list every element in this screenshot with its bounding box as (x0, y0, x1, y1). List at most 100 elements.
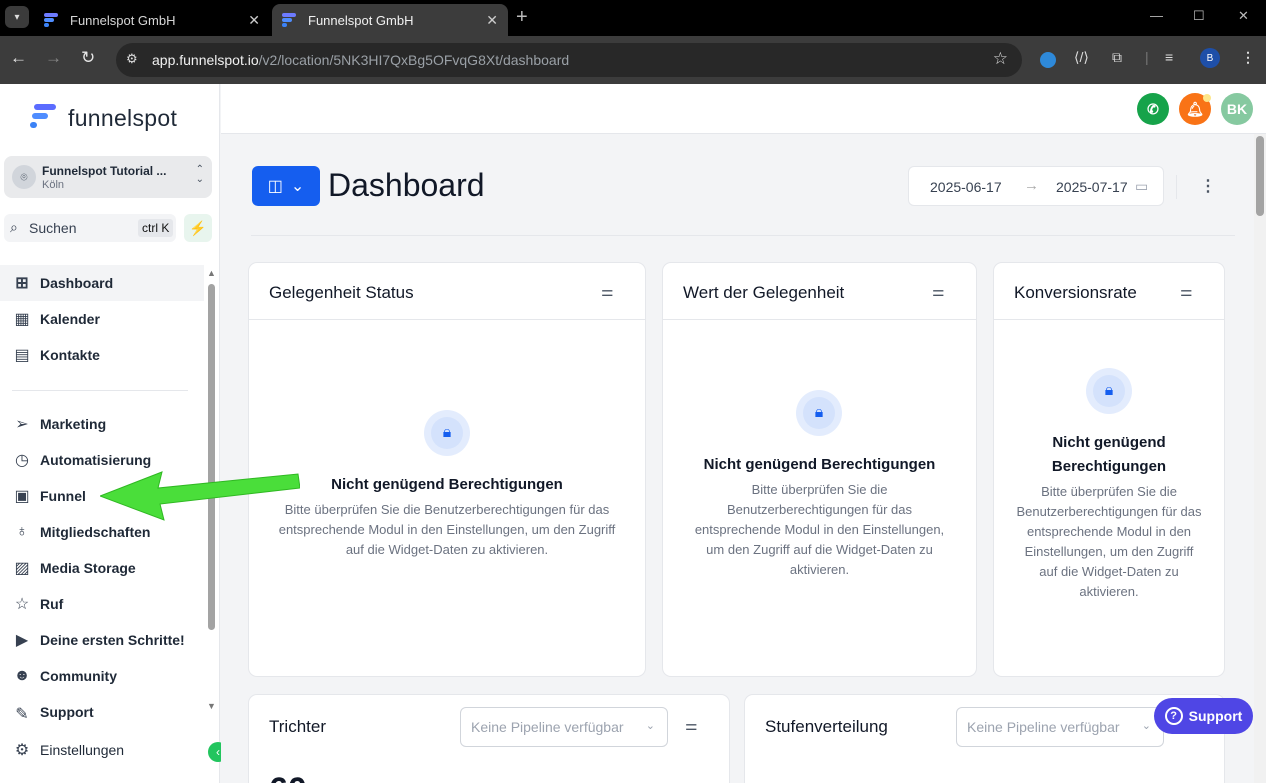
app-topbar: ✆ 🔔︎ BK (221, 84, 1266, 134)
scroll-down-icon[interactable]: ▼ (207, 701, 216, 711)
bookmark-star-icon[interactable]: ☆ (993, 49, 1008, 69)
no-permission-line: Benutzerberechtigungen für das (726, 502, 912, 517)
address-bar[interactable]: ⚙ app.funnelspot.io/v2/location/5NK3HI7Q… (116, 43, 1022, 77)
no-permission-line: aktivieren. (789, 562, 850, 577)
chevron-down-icon: ⌄ (290, 178, 305, 195)
browser-tab-2[interactable]: Funnelspot GmbH ✕ (272, 4, 508, 36)
chevron-down-icon: ⌄ (645, 720, 655, 732)
support-chat-button[interactable]: ? Support (1154, 698, 1253, 734)
sidebar-item-ruf[interactable]: ☆ Ruf (0, 586, 204, 622)
lock-icon: 🔒︎ (424, 410, 470, 456)
location-pin-icon: ⌾ (12, 165, 36, 189)
main-scrollbar-track[interactable] (1254, 134, 1266, 783)
date-to: 2025-07-17 (1056, 179, 1128, 195)
pipeline-select-placeholder: Keine Pipeline verfügbar (967, 719, 1120, 735)
location-name: Funnelspot Tutorial ... (42, 164, 167, 178)
lock-icon: 🔒︎ (796, 390, 842, 436)
widget-wert-der-gelegenheit: Wert der Gelegenheit ⚌ 🔒︎ Nicht genügend… (663, 263, 976, 676)
no-permission-title: Berechtigungen (1051, 458, 1167, 475)
section-divider (251, 235, 1235, 236)
no-permission-line: aktivieren. (1079, 584, 1139, 599)
layout-switcher-button[interactable]: ◫ ⌄ (252, 166, 320, 206)
site-info-icon[interactable]: ⚙ (126, 51, 138, 67)
pipeline-select[interactable]: Keine Pipeline verfügbar ⌄ (956, 707, 1164, 747)
sidebar-scrollbar[interactable] (208, 284, 215, 630)
extensions-puzzle-icon[interactable]: ⧉ (1112, 49, 1122, 66)
url-text: app.funnelspot.io/v2/location/5NK3HI7QxB… (152, 52, 570, 68)
filter-settings-icon[interactable]: ⚌ (685, 717, 698, 734)
widget-title: Trichter (269, 717, 326, 736)
phone-icon: ✆ (1147, 100, 1159, 117)
no-permission-line: Bitte überprüfen Sie die Benutzerberecht… (284, 502, 610, 517)
sidebar-item-kontakte[interactable]: ▤ Kontakte (0, 337, 204, 373)
widget-gelegenheit-status: Gelegenheit Status ⚌ 🔒︎ Nicht genügend B… (249, 263, 645, 676)
filter-settings-icon[interactable]: ⚌ (932, 283, 945, 300)
no-permission-title: Nicht genügend Berechtigungen (331, 476, 563, 493)
maximize-icon[interactable]: ☐ (1193, 8, 1205, 24)
browser-toolbar: ← → ↻ ⚙ app.funnelspot.io/v2/location/5N… (0, 36, 1266, 84)
pipeline-select-placeholder: Keine Pipeline verfügbar (471, 719, 624, 735)
sidebar-item-support[interactable]: ✎ Support (0, 694, 204, 720)
location-switcher[interactable]: ⌾ Funnelspot Tutorial ... Köln ⌃ ⌄ (4, 156, 212, 198)
main-scrollbar[interactable] (1256, 136, 1264, 216)
sidebar-item-media-storage[interactable]: ▨ Media Storage (0, 550, 204, 586)
close-window-icon[interactable]: ✕ (1238, 8, 1249, 24)
extension-blue-icon[interactable] (1040, 52, 1056, 68)
notifications-button[interactable]: 🔔︎ (1179, 93, 1211, 125)
tab-title: Funnelspot GmbH (70, 12, 176, 28)
sidebar-item-erste-schritte[interactable]: ▶ Deine ersten Schritte! (0, 622, 204, 658)
extension-code-icon[interactable]: ⟨/⟩ (1074, 49, 1089, 66)
new-tab-icon[interactable]: + (516, 6, 528, 29)
sidebar-item-einstellungen[interactable]: ⚙ Einstellungen (0, 732, 204, 768)
forward-icon[interactable]: → (45, 48, 62, 68)
scroll-up-icon[interactable]: ▲ (207, 268, 216, 278)
sidebar-item-community[interactable]: ☻ Community (0, 658, 204, 694)
card-divider (994, 319, 1224, 320)
date-range-picker[interactable]: 2025-06-17 → 2025-07-17 ▭ (908, 166, 1164, 206)
sidebar-item-kalender[interactable]: ▦ Kalender (0, 301, 204, 337)
chevron-updown-icon: ⌃ ⌄ (195, 164, 204, 185)
play-icon: ▶ (15, 632, 29, 649)
sidebar-item-marketing[interactable]: ➢ Marketing (0, 406, 204, 442)
card-divider (663, 319, 976, 320)
phone-button[interactable]: ✆ (1137, 93, 1169, 125)
sidebar: funnelspot ⌾ Funnelspot Tutorial ... Köl… (0, 84, 220, 783)
people-icon: ☻ (13, 667, 31, 684)
pipeline-select[interactable]: Keine Pipeline verfügbar ⌄ (460, 707, 668, 747)
browser-menu-icon[interactable]: ⋮ (1241, 49, 1255, 66)
funnel-count: 60 (269, 771, 307, 783)
tab-search-menu-icon[interactable]: ▾ (5, 6, 29, 28)
widget-konversionsrate: Konversionsrate ⚌ 🔒︎ Nicht genügend Bere… (994, 263, 1224, 676)
no-permission-line: auf die Widget-Daten zu (1039, 564, 1179, 579)
minimize-icon[interactable]: — (1150, 8, 1163, 23)
media-control-icon[interactable]: ≡ (1165, 49, 1173, 65)
funnelspot-favicon (44, 13, 60, 27)
dashboard-icon: ⊞ (15, 275, 29, 292)
filter-settings-icon[interactable]: ⚌ (601, 283, 614, 300)
quick-actions-bolt-icon[interactable]: ⚡ (184, 214, 212, 242)
reload-icon[interactable]: ↻ (81, 48, 95, 68)
card-divider (249, 319, 645, 320)
widget-title: Wert der Gelegenheit (683, 283, 845, 302)
back-icon[interactable]: ← (10, 48, 27, 68)
sidebar-search[interactable]: ⌕ Suchen ctrl K (4, 214, 176, 242)
close-tab-icon[interactable]: ✕ (486, 12, 498, 29)
brand-logo[interactable]: funnelspot (30, 104, 177, 132)
arrow-right-icon: → (1024, 177, 1039, 194)
user-avatar[interactable]: BK (1221, 93, 1253, 125)
more-options-icon[interactable]: ⋮ (1200, 176, 1216, 196)
search-icon: ⌕ (10, 219, 18, 235)
no-permission-line: Einstellungen, um den Zugriff (1024, 544, 1194, 559)
profile-avatar[interactable]: B (1200, 48, 1220, 68)
browser-tab-1[interactable]: Funnelspot GmbH ✕ (34, 4, 270, 36)
sidebar-divider (12, 390, 188, 391)
no-permission-line: entsprechende Modul in den (1026, 524, 1192, 539)
filter-settings-icon[interactable]: ⚌ (1180, 283, 1193, 300)
funnel-icon: ▣ (14, 488, 30, 505)
sidebar-item-dashboard[interactable]: ⊞ Dashboard (0, 265, 204, 301)
layout-icon: ◫ (267, 178, 283, 195)
main-content: ◫ ⌄ Dashboard 2025-06-17 → 2025-07-17 ▭ ⋮… (221, 135, 1252, 783)
close-tab-icon[interactable]: ✕ (248, 12, 260, 29)
page-title: Dashboard (328, 167, 485, 203)
automation-icon: ◷ (15, 452, 29, 469)
